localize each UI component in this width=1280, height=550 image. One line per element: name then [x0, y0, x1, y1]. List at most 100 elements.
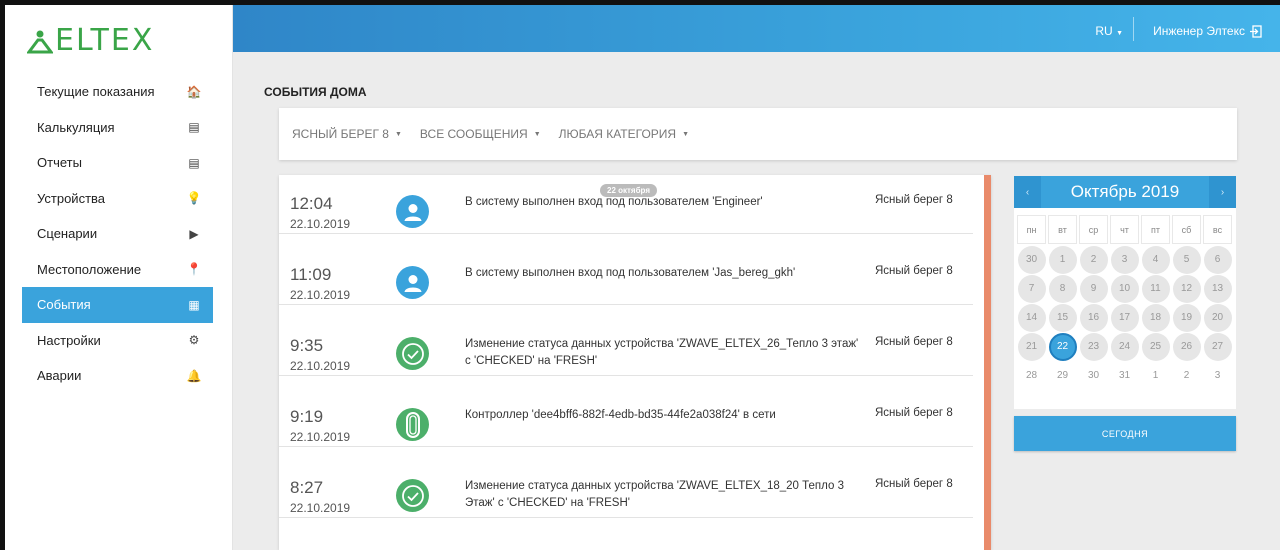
calendar-day[interactable]: 8 [1047, 274, 1078, 303]
user-name: Инженер Элтекс [1153, 24, 1245, 38]
filter-label: ЯСНЫЙ БЕРЕГ 8 [292, 127, 389, 141]
calendar-day[interactable]: 5 [1171, 245, 1202, 274]
calendar-day-number: 13 [1203, 274, 1232, 303]
calendar-day[interactable]: 22 [1047, 332, 1078, 361]
filter-label: ВСЕ СООБЩЕНИЯ [419, 127, 528, 141]
event-message: Изменение статуса данных устройства 'ZWA… [465, 338, 859, 367]
calendar-day[interactable]: 11 [1140, 274, 1171, 303]
calendar-day[interactable]: 3 [1109, 245, 1140, 274]
calendar-day[interactable]: 10 [1109, 274, 1140, 303]
event-row[interactable]: 9:35 22.10.2019 Изменение статуса данных у… [279, 305, 973, 376]
calendar-day[interactable]: 14 [1016, 303, 1047, 332]
calendar-day[interactable]: 15 [1047, 303, 1078, 332]
calendar-day-number: 8 [1048, 274, 1077, 303]
calendar-day-number: 24 [1110, 332, 1139, 361]
calendar-header: ‹ Октябрь 2019 › [1014, 176, 1236, 208]
user-menu[interactable]: Инженер Элтекс [1153, 24, 1262, 38]
language-selector[interactable]: RU ▼ [1095, 24, 1123, 38]
calendar-day[interactable]: 24 [1109, 332, 1140, 361]
sidebar-item[interactable]: Текущие показания 🏠 [22, 74, 213, 110]
eltex-logo[interactable]: ELTEX [27, 23, 154, 58]
lightbulb-icon: 💡 [186, 191, 202, 206]
event-location: Ясный берег 8 [875, 194, 953, 206]
event-time: 9:35 [290, 336, 324, 355]
event-row[interactable]: 11:09 22.10.2019 В систему выполнен вход п… [279, 234, 973, 305]
calendar-day[interactable]: 21 [1016, 332, 1047, 361]
calendar-day[interactable]: 4 [1140, 245, 1171, 274]
filter-dropdown[interactable]: ВСЕ СООБЩЕНИЯ ▼ [420, 127, 541, 141]
calendar-weekday: сб [1172, 215, 1201, 244]
sidebar-item-label: Калькуляция [37, 119, 115, 135]
sidebar-item-label: Местоположение [37, 261, 142, 277]
controller-icon [396, 408, 429, 441]
calendar-weekday: ср [1079, 215, 1108, 244]
calendar-day-number: 29 [1056, 370, 1069, 381]
event-time: 11:09 [290, 265, 332, 284]
sidebar-item[interactable]: Аварии 🔔 [22, 358, 213, 394]
sidebar-item[interactable]: Местоположение 📍 [22, 252, 213, 288]
calendar-day-number: 22 [1048, 332, 1077, 361]
calendar-day[interactable]: 2 [1078, 245, 1109, 274]
calendar-day-number: 1 [1048, 245, 1077, 274]
sidebar-item-label: Текущие показания [37, 84, 155, 100]
calendar-day[interactable]: 1 [1140, 361, 1171, 390]
filter-dropdown[interactable]: ЯСНЫЙ БЕРЕГ 8 ▼ [292, 127, 402, 141]
calendar-day-number: 23 [1079, 332, 1108, 361]
sidebar-item[interactable]: Настройки ⚙ [22, 323, 213, 359]
sidebar-item[interactable]: Устройства 💡 [22, 181, 213, 217]
calendar-day[interactable]: 6 [1202, 245, 1233, 274]
event-row[interactable]: 12:04 22.10.2019 В систему выполнен вход п… [279, 175, 973, 234]
calendar-day[interactable]: 1 [1047, 245, 1078, 274]
calendar-day-number: 3 [1214, 370, 1221, 381]
calendar-day-number: 6 [1203, 245, 1232, 274]
calendar-day-number: 31 [1118, 370, 1131, 381]
check-circle-icon [396, 337, 429, 370]
calendar-day[interactable]: 2 [1171, 361, 1202, 390]
event-row[interactable]: 9:19 22.10.2019 Контроллер 'dee4bff6-882f-… [279, 376, 973, 447]
calendar-day[interactable]: 12 [1171, 274, 1202, 303]
calendar-day[interactable]: 16 [1078, 303, 1109, 332]
calendar-day[interactable]: 19 [1171, 303, 1202, 332]
calendar-day-number: 17 [1110, 303, 1139, 332]
calendar-day[interactable]: 18 [1140, 303, 1171, 332]
calendar-day-number: 18 [1141, 303, 1170, 332]
calendar-month-title[interactable]: Октябрь 2019 [1071, 182, 1179, 202]
calendar-day-number: 10 [1110, 274, 1139, 303]
calendar-day[interactable]: 30 [1016, 245, 1047, 274]
chevron-down-icon: ▼ [1116, 30, 1123, 37]
calculator-icon: ▤ [188, 120, 200, 135]
sidebar-item-label: Аварии [37, 368, 82, 384]
calendar-prev-button[interactable]: ‹ [1014, 176, 1041, 208]
sidebar-item[interactable]: Отчеты ▤ [22, 145, 213, 181]
logout-icon[interactable] [1249, 24, 1262, 38]
calendar-day[interactable]: 29 [1047, 361, 1078, 390]
calendar-day-number: 1 [1152, 370, 1159, 381]
calendar-day[interactable]: 7 [1016, 274, 1047, 303]
calendar-day[interactable]: 26 [1171, 332, 1202, 361]
sidebar-item-label: События [37, 297, 91, 313]
calendar-next-button[interactable]: › [1209, 176, 1236, 208]
calendar-day[interactable]: 20 [1202, 303, 1233, 332]
today-button[interactable]: СЕГОДНЯ [1014, 416, 1236, 451]
sidebar-item[interactable]: Калькуляция ▤ [22, 110, 213, 146]
sidebar-item[interactable]: Сценарии ▶ [22, 216, 213, 252]
logo-text: ELTEX [55, 23, 155, 58]
calendar-day[interactable]: 27 [1202, 332, 1233, 361]
calendar-day-number: 11 [1141, 274, 1170, 303]
calendar-day[interactable]: 30 [1078, 361, 1109, 390]
filter-dropdown[interactable]: ЛЮБАЯ КАТЕГОРИЯ ▼ [559, 127, 689, 141]
calendar-day[interactable]: 9 [1078, 274, 1109, 303]
language-label: RU [1095, 24, 1113, 38]
calendar-day-number: 4 [1141, 245, 1170, 274]
calendar-day[interactable]: 3 [1202, 361, 1233, 390]
calendar-weekday: пт [1141, 215, 1170, 244]
calendar-day[interactable]: 31 [1109, 361, 1140, 390]
event-row[interactable]: 8:27 22.10.2019 Изменение статуса данных у… [279, 447, 973, 518]
calendar-day[interactable]: 17 [1109, 303, 1140, 332]
calendar-day[interactable]: 23 [1078, 332, 1109, 361]
filter-label: ЛЮБАЯ КАТЕГОРИЯ [558, 127, 677, 141]
calendar-day[interactable]: 13 [1202, 274, 1233, 303]
calendar-day[interactable]: 28 [1016, 361, 1047, 390]
sidebar-item[interactable]: События ▦ [22, 287, 213, 323]
calendar-day[interactable]: 25 [1140, 332, 1171, 361]
